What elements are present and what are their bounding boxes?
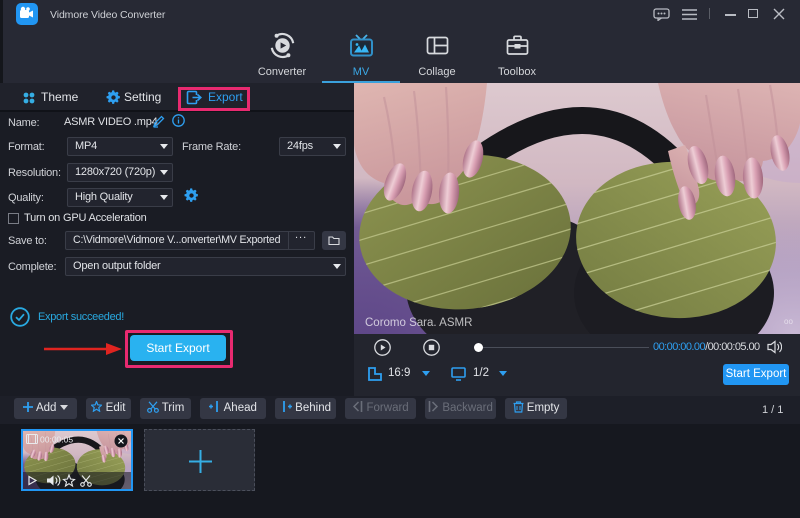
svg-text:Coromo Sara. ASMR: Coromo Sara. ASMR [365, 317, 472, 329]
svg-text:00:00:05: 00:00:05 [40, 435, 73, 445]
svg-text:oo: oo [784, 317, 793, 326]
